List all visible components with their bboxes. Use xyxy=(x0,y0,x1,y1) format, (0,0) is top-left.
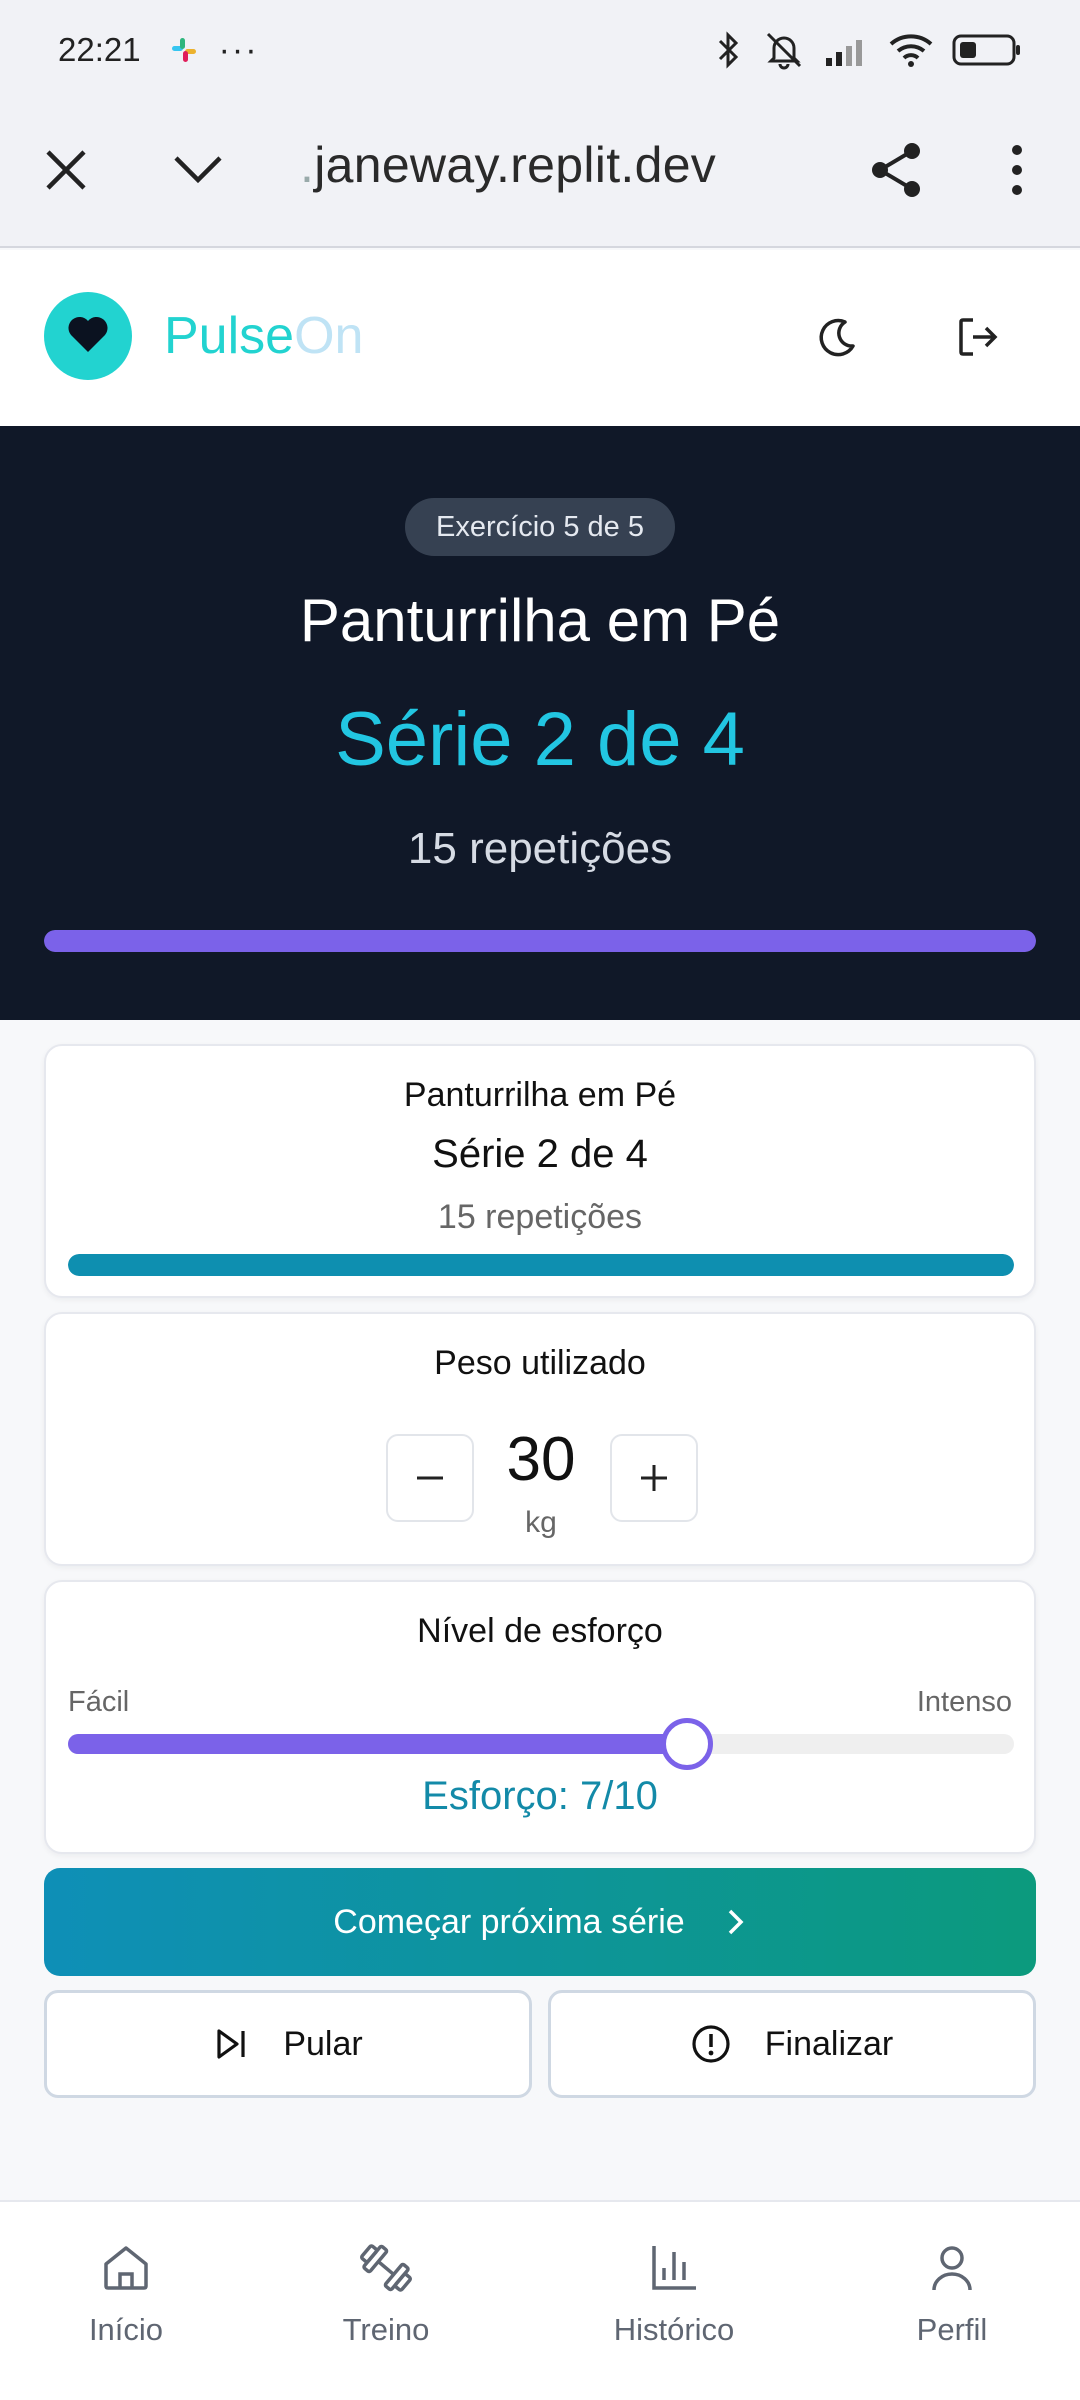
workout-progress-fill xyxy=(44,930,1036,952)
nav-label-perfil: Perfil xyxy=(916,2312,988,2347)
logout-icon[interactable] xyxy=(955,314,1001,360)
effort-title: Nível de esforço xyxy=(417,1612,663,1650)
brand-name: PulseOn xyxy=(164,306,363,366)
nav-item-treino[interactable]: Treino xyxy=(286,2242,486,2348)
weight-unit: kg xyxy=(525,1506,557,1539)
alert-circle-icon xyxy=(692,2025,730,2063)
nav-item-perfil[interactable]: Perfil xyxy=(852,2242,1052,2348)
plus-icon xyxy=(641,1465,667,1491)
brand-part-1: Pulse xyxy=(164,307,295,365)
logo xyxy=(44,292,132,380)
signal-icon xyxy=(824,34,870,66)
minus-icon xyxy=(417,1476,443,1480)
finish-label: Finalizar xyxy=(764,2024,894,2063)
heart-icon xyxy=(66,314,110,359)
moon-icon[interactable] xyxy=(815,316,859,360)
exercise-title: Panturrilha em Pé xyxy=(299,587,781,654)
chevron-down-icon[interactable] xyxy=(170,148,226,192)
decrease-weight-button[interactable] xyxy=(386,1434,474,1522)
weight-title: Peso utilizado xyxy=(434,1344,646,1382)
effort-card: Nível de esforço Fácil Intenso Esforço: … xyxy=(44,1580,1036,1854)
weight-value: 30 xyxy=(506,1425,576,1494)
set-card-exercise: Panturrilha em Pé xyxy=(403,1076,677,1114)
next-set-label: Começar próxima série xyxy=(333,1902,685,1941)
app-header: PulseOn xyxy=(0,250,1080,426)
nav-item-inicio[interactable]: Início xyxy=(26,2242,226,2348)
exercise-counter-badge: Exercício 5 de 5 xyxy=(405,498,675,556)
status-time: 22:21 xyxy=(58,31,141,68)
reps-text: 15 repetições xyxy=(407,824,673,873)
effort-readout: Esforço: 7/10 xyxy=(422,1774,658,1818)
user-icon xyxy=(932,2246,972,2291)
url-text: janeway.replit.dev xyxy=(314,137,717,193)
slack-icon xyxy=(169,35,199,65)
mute-icon xyxy=(762,30,806,70)
set-card-series: Série 2 de 4 xyxy=(432,1132,648,1176)
increase-weight-button[interactable] xyxy=(610,1434,698,1522)
share-icon[interactable] xyxy=(868,140,926,200)
bluetooth-icon xyxy=(714,30,744,70)
skip-button[interactable]: Pular xyxy=(44,1990,532,2098)
browser-toolbar: .janeway.replit.dev xyxy=(0,100,1080,248)
url-prefix: . xyxy=(300,137,315,193)
brand-part-2: On xyxy=(294,307,364,365)
bar-chart-icon xyxy=(652,2246,696,2290)
home-icon xyxy=(104,2246,148,2290)
wifi-icon xyxy=(888,32,934,68)
set-progress-fill xyxy=(68,1254,1014,1276)
workout-progress-bar xyxy=(44,930,1036,952)
url-bar[interactable]: .janeway.replit.dev xyxy=(300,136,716,194)
nav-label-historico: Histórico xyxy=(613,2312,735,2347)
nav-item-historico[interactable]: Histórico xyxy=(574,2242,774,2348)
effort-min-label: Fácil xyxy=(68,1686,130,1718)
current-set-card: Panturrilha em Pé Série 2 de 4 15 repeti… xyxy=(44,1044,1036,1298)
battery-icon xyxy=(952,33,1022,67)
chevron-right-icon xyxy=(728,1909,744,1935)
weight-card: Peso utilizado 30 kg xyxy=(44,1312,1036,1566)
next-set-button[interactable]: Começar próxima série xyxy=(44,1868,1036,1976)
set-card-reps: 15 repetições xyxy=(437,1198,643,1236)
skip-forward-icon xyxy=(217,2029,245,2059)
effort-max-label: Intenso xyxy=(916,1686,1012,1718)
bottom-navigation: Início Treino Histórico Perfil xyxy=(0,2200,1080,2400)
nav-label-inicio: Início xyxy=(88,2312,164,2347)
nav-label-treino: Treino xyxy=(342,2312,430,2347)
series-indicator: Série 2 de 4 xyxy=(335,697,745,782)
dumbbell-icon xyxy=(360,2244,412,2292)
workout-hero: Exercício 5 de 5 Panturrilha em Pé Série… xyxy=(0,426,1080,1020)
close-icon[interactable] xyxy=(40,144,92,196)
finish-button[interactable]: Finalizar xyxy=(548,1990,1036,2098)
more-notifications-icon: ··· xyxy=(218,30,259,69)
effort-slider[interactable] xyxy=(68,1718,1014,1770)
skip-label: Pular xyxy=(283,2024,363,2063)
effort-slider-fill xyxy=(68,1734,688,1754)
more-vert-icon[interactable] xyxy=(1004,142,1030,198)
status-bar: 22:21 ··· xyxy=(0,0,1080,100)
set-progress-bar xyxy=(68,1254,1014,1276)
effort-slider-thumb[interactable] xyxy=(661,1718,714,1770)
